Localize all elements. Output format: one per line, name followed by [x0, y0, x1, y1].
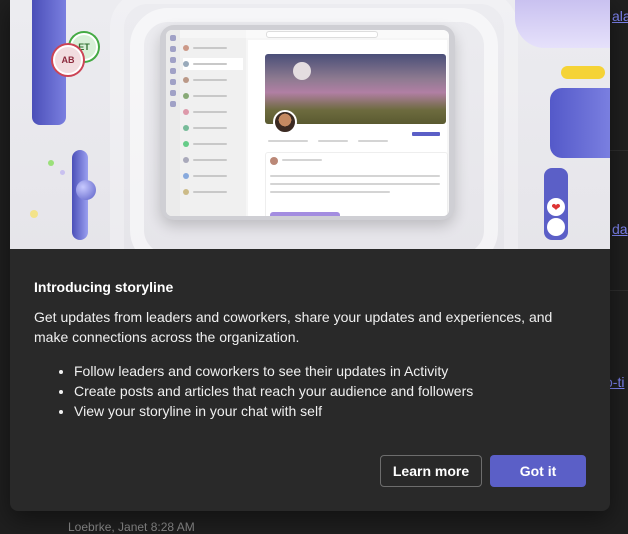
- decor-yellow-pill: [561, 66, 605, 79]
- profile-avatar: [273, 110, 297, 134]
- background-message-meta: Loebrke, Janet 8:28 AM: [68, 520, 195, 534]
- feature-list-item: Follow leaders and coworkers to see thei…: [74, 361, 586, 381]
- decor-dot: [30, 210, 38, 218]
- device-mockup: [160, 25, 455, 220]
- storyline-dialog: ET AB ❤ 😄 Introducing storyline Get upda…: [10, 0, 610, 511]
- reaction-stack: ❤ 😄: [544, 168, 568, 240]
- feature-list-item: Create posts and articles that reach you…: [74, 381, 586, 401]
- decor-blue-block: [550, 88, 610, 158]
- decor-dot: [48, 160, 54, 166]
- dialog-body: Introducing storyline Get updates from l…: [34, 249, 586, 421]
- decor-ball: [76, 180, 96, 200]
- teams-app-preview: [166, 30, 449, 216]
- post-card-preview: [265, 152, 448, 216]
- feature-list-item: View your storyline in your chat with se…: [74, 401, 586, 421]
- dialog-description: Get updates from leaders and coworkers, …: [34, 309, 553, 345]
- got-it-button[interactable]: Got it: [490, 455, 586, 487]
- app-rail: [166, 30, 180, 216]
- learn-more-button[interactable]: Learn more: [380, 455, 482, 487]
- smile-icon: 😄: [547, 218, 565, 236]
- decor-dot: [60, 170, 65, 175]
- follow-button-preview: [412, 132, 440, 136]
- image-attachment-preview: [270, 212, 340, 216]
- avatar-sticker-ab: AB: [53, 45, 83, 75]
- storyline-feed-preview: [248, 40, 448, 216]
- hero-illustration: ET AB ❤ 😄: [10, 0, 610, 249]
- background-divider: [610, 150, 628, 151]
- chat-list-preview: [180, 38, 246, 216]
- decor-lavender-card: [515, 0, 610, 48]
- feature-list: Follow leaders and coworkers to see thei…: [34, 361, 586, 421]
- search-box-preview: [266, 31, 378, 38]
- background-divider: [610, 290, 628, 291]
- background-link-2[interactable]: da: [612, 221, 628, 237]
- dialog-title: Introducing storyline: [34, 279, 174, 295]
- heart-icon: ❤: [547, 198, 565, 216]
- background-link-1[interactable]: ala: [612, 8, 628, 24]
